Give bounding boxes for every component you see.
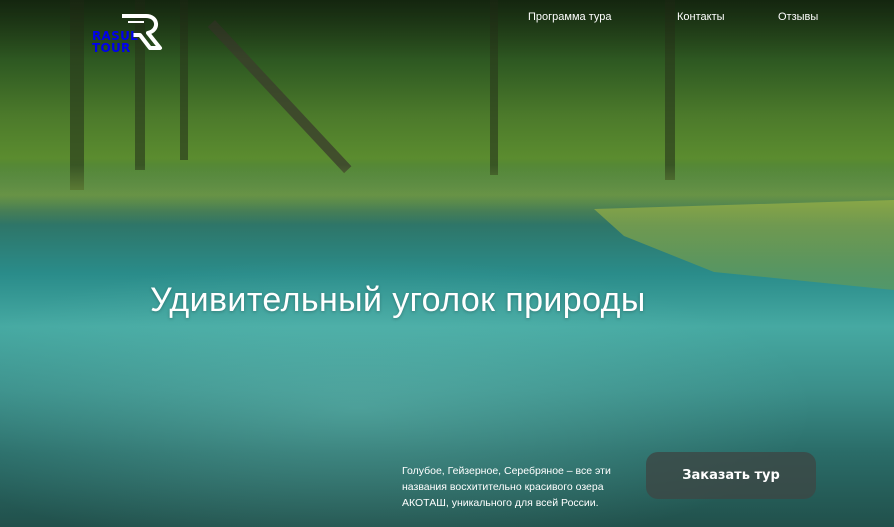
nav-link-contacts[interactable]: Контакты [677,11,725,23]
top-nav: Программа тура Контакты Отзывы [528,11,834,27]
hero-background [0,0,894,527]
order-tour-button[interactable]: Заказать тур [646,452,816,499]
nav-link-reviews[interactable]: Отзывы [778,11,818,23]
logo-text: RASUL TOUR [92,30,138,54]
hero-headline: Удивительный уголок природы [150,280,646,319]
logo-line-2: TOUR [92,41,131,55]
site-logo[interactable]: RASUL TOUR [92,12,168,56]
hero-description: Голубое, Гейзерное, Серебряное – все эти… [402,464,611,509]
nav-link-program[interactable]: Программа тура [528,11,611,23]
